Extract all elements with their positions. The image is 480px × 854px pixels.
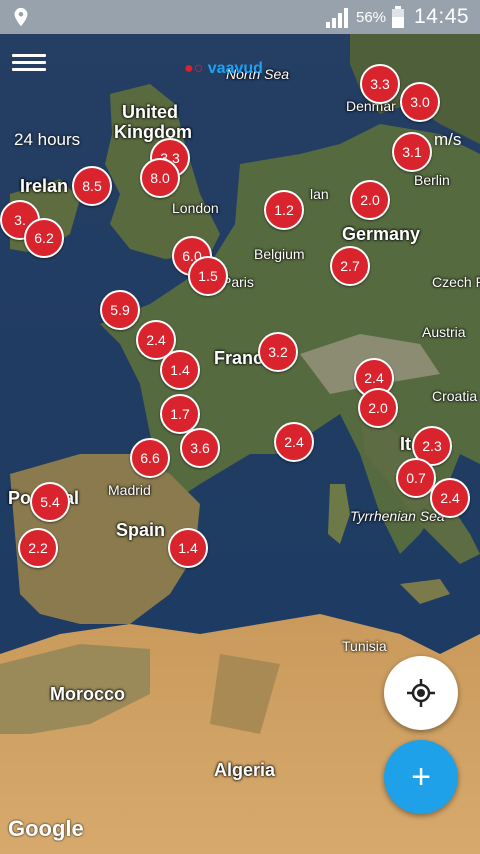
wind-marker[interactable]: 2.7: [330, 246, 370, 286]
wind-marker[interactable]: 3.2: [258, 332, 298, 372]
logo-mark-icon: ●○: [184, 60, 204, 77]
signal-icon: [326, 8, 348, 28]
label-austria: Austria: [422, 324, 466, 340]
wind-marker[interactable]: 5.9: [100, 290, 140, 330]
add-measurement-button[interactable]: +: [384, 740, 458, 814]
wind-marker[interactable]: 1.2: [264, 190, 304, 230]
label-london: London: [172, 200, 219, 216]
label-morocco: Morocco: [50, 684, 126, 704]
locate-button[interactable]: [384, 656, 458, 730]
wind-marker[interactable]: 2.0: [358, 388, 398, 428]
label-italy: It: [400, 434, 411, 454]
label-tyrrhenian-sea: Tyrrhenian Sea: [350, 508, 445, 524]
label-france: Franc: [214, 348, 264, 368]
wind-marker[interactable]: 8.5: [72, 166, 112, 206]
label-netherlands: lan: [310, 186, 329, 202]
wind-marker[interactable]: 2.2: [18, 528, 58, 568]
crosshair-icon: [407, 679, 435, 707]
label-belgium: Belgium: [254, 246, 305, 262]
wind-marker[interactable]: 3.6: [180, 428, 220, 468]
label-algeria: Algeria: [214, 760, 276, 780]
wind-marker[interactable]: 2.4: [430, 478, 470, 518]
logo-text: vaavud: [207, 60, 263, 77]
wind-marker[interactable]: 6.2: [24, 218, 64, 258]
wind-marker[interactable]: 5.4: [30, 482, 70, 522]
status-bar: 56% 14:45: [0, 0, 480, 34]
wind-marker[interactable]: 8.0: [140, 158, 180, 198]
label-united-kingdom: Kingdom: [114, 122, 192, 142]
clock: 14:45: [414, 5, 470, 28]
unit-label[interactable]: m/s: [434, 130, 461, 150]
menu-icon-bar: [12, 54, 46, 57]
wind-marker[interactable]: 3.3: [360, 64, 400, 104]
wind-marker[interactable]: 2.4: [274, 422, 314, 462]
label-spain: Spain: [116, 520, 166, 540]
wind-marker[interactable]: 2.0: [350, 180, 390, 220]
map-view[interactable]: North Sea United Kingdom Irelan London B…: [0, 34, 480, 854]
label-tunisia: Tunisia: [342, 638, 387, 654]
timespan-label[interactable]: 24 hours: [14, 130, 80, 150]
label-germany: Germany: [342, 224, 421, 244]
battery-icon: [392, 6, 404, 28]
label-berlin: Berlin: [414, 172, 450, 188]
wind-marker[interactable]: 3.0: [400, 82, 440, 122]
wind-marker[interactable]: 1.5: [188, 256, 228, 296]
menu-icon-bar: [12, 61, 46, 64]
menu-icon-bar: [12, 68, 46, 71]
battery-percent: 56%: [356, 9, 387, 26]
wind-marker[interactable]: 1.4: [168, 528, 208, 568]
label-ireland: Irelan: [20, 176, 69, 196]
location-icon: [14, 7, 28, 27]
wind-marker[interactable]: 3.1: [392, 132, 432, 172]
wind-marker[interactable]: 6.6: [130, 438, 170, 478]
label-madrid: Madrid: [108, 482, 151, 498]
label-portugal: Po: [8, 488, 32, 508]
app-logo: ●○ vaavud: [184, 60, 263, 78]
wind-marker[interactable]: 1.4: [160, 350, 200, 390]
label-czech: Czech R: [432, 274, 480, 290]
google-attribution: Google: [8, 816, 84, 841]
menu-button[interactable]: [12, 50, 46, 76]
label-croatia: Croatia: [432, 388, 478, 404]
label-united-kingdom-1: United: [122, 102, 178, 122]
